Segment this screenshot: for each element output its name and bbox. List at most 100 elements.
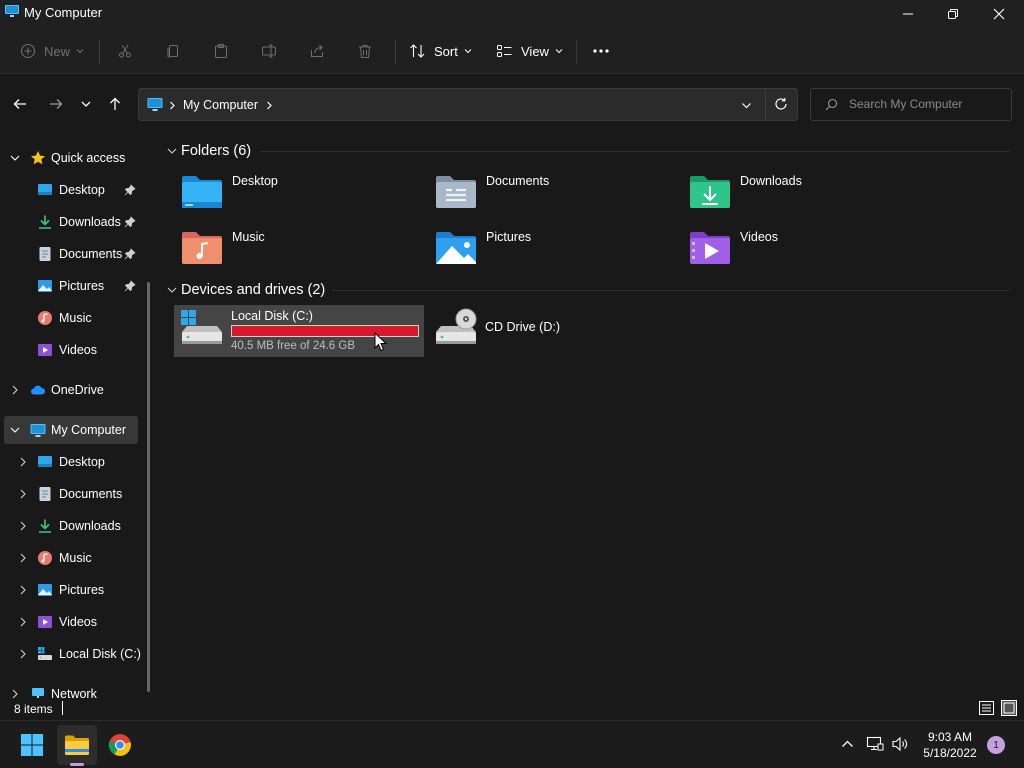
- sidebar-item-label: My Computer: [51, 423, 127, 437]
- chevron-right-icon[interactable]: [17, 552, 29, 564]
- minimize-button[interactable]: [885, 0, 931, 28]
- sidebar-item-my-computer[interactable]: My Computer: [4, 416, 138, 444]
- title-bar: My Computer: [0, 0, 1024, 28]
- sidebar-item-quick-music[interactable]: Music: [0, 304, 150, 332]
- music-icon: [38, 551, 52, 565]
- taskbar-chrome[interactable]: [100, 725, 140, 765]
- status-divider: [62, 701, 63, 715]
- arrow-left-icon: [13, 99, 26, 109]
- rename-button[interactable]: [261, 38, 277, 64]
- recent-locations-button[interactable]: [74, 92, 98, 116]
- folder-tile-videos[interactable]: Videos: [682, 222, 932, 274]
- folder-label: Music: [232, 230, 265, 244]
- trash-icon: [359, 45, 371, 58]
- chevron-down-icon[interactable]: [741, 101, 752, 110]
- chevron-right-icon[interactable]: [17, 584, 29, 596]
- folder-tile-documents[interactable]: Documents: [428, 166, 678, 218]
- add-icon: [20, 43, 36, 59]
- disk-usage-fill: [232, 326, 418, 336]
- sidebar-item-quick-videos[interactable]: Videos: [0, 336, 150, 364]
- folder-tile-downloads[interactable]: Downloads: [682, 166, 932, 218]
- close-button[interactable]: [976, 0, 1022, 28]
- sidebar-scrollbar[interactable]: [147, 282, 150, 692]
- paste-button[interactable]: [213, 38, 229, 64]
- paste-icon: [215, 44, 227, 58]
- more-options-button[interactable]: [592, 38, 610, 64]
- drive-tile-cd-drive-d[interactable]: CD Drive (D:): [428, 305, 678, 357]
- toolbar-divider: [395, 40, 396, 64]
- chevron-down-icon[interactable]: [9, 424, 21, 436]
- delete-button[interactable]: [357, 38, 373, 64]
- chevron-right-icon[interactable]: [17, 456, 29, 468]
- sidebar-item-quick-pictures[interactable]: Pictures: [0, 272, 150, 300]
- sidebar-item-quick-documents[interactable]: Documents: [0, 240, 150, 268]
- folder-tile-music[interactable]: Music: [174, 222, 424, 274]
- copy-button[interactable]: [165, 38, 181, 64]
- clock[interactable]: 9:03 AM 5/18/2022: [914, 729, 986, 761]
- cut-button[interactable]: [117, 38, 133, 64]
- address-divider: [765, 89, 766, 120]
- system-drive-icon: [181, 310, 222, 344]
- restore-button[interactable]: [930, 0, 976, 28]
- address-bar[interactable]: My Computer: [138, 88, 798, 121]
- computer-icon: [30, 424, 46, 437]
- chevron-up-icon[interactable]: [841, 739, 854, 749]
- breadcrumb-my-computer[interactable]: My Computer: [183, 98, 258, 112]
- folder-tile-desktop[interactable]: Desktop: [174, 166, 424, 218]
- chevron-right-icon[interactable]: [17, 520, 29, 532]
- chevron-right-icon[interactable]: [17, 616, 29, 628]
- forward-button[interactable]: [44, 92, 68, 116]
- share-button[interactable]: [309, 38, 325, 64]
- videos-folder-icon: [690, 232, 730, 264]
- taskbar-file-explorer[interactable]: [57, 725, 97, 765]
- start-button[interactable]: [12, 725, 52, 765]
- folder-tile-pictures[interactable]: Pictures: [428, 222, 678, 274]
- network-status-icon[interactable]: [866, 736, 884, 752]
- details-view-icon[interactable]: [979, 701, 994, 715]
- folder-label: Desktop: [232, 174, 278, 188]
- chevron-right-icon[interactable]: [9, 384, 21, 396]
- sidebar-item-pc-pictures[interactable]: Pictures: [0, 576, 150, 604]
- refresh-icon[interactable]: [774, 97, 788, 111]
- sidebar-item-pc-documents[interactable]: Documents: [0, 480, 150, 508]
- sidebar-item-quick-downloads[interactable]: Downloads: [0, 208, 150, 236]
- more-icon: [593, 49, 609, 53]
- mouse-cursor-icon: [374, 332, 388, 352]
- sidebar-item-pc-music[interactable]: Music: [0, 544, 150, 572]
- chevron-down-icon: [167, 287, 177, 293]
- volume-icon[interactable]: [891, 736, 909, 752]
- chevron-down-icon[interactable]: [9, 152, 21, 164]
- sidebar-item-quick-access[interactable]: Quick access: [0, 144, 150, 172]
- search-input[interactable]: [849, 97, 1004, 111]
- sidebar-item-pc-desktop[interactable]: Desktop: [0, 448, 150, 476]
- drives-group-header[interactable]: Devices and drives (2): [166, 280, 325, 300]
- search-box[interactable]: [810, 88, 1012, 121]
- notification-badge[interactable]: 1: [987, 736, 1005, 754]
- up-button[interactable]: [103, 92, 127, 116]
- chrome-icon: [108, 734, 131, 756]
- tiles-view-icon[interactable]: [1001, 700, 1017, 716]
- chevron-right-icon[interactable]: [9, 688, 21, 698]
- documents-folder-icon: [436, 176, 476, 208]
- folders-group-header[interactable]: Folders (6): [166, 141, 251, 161]
- chevron-right-icon[interactable]: [17, 648, 29, 660]
- view-list-icon: [497, 45, 512, 57]
- sidebar-item-quick-desktop[interactable]: Desktop: [0, 176, 150, 204]
- sidebar-item-pc-local-disk[interactable]: Local Disk (C:): [0, 640, 150, 668]
- folder-label: Videos: [740, 230, 778, 244]
- folder-label: Downloads: [740, 174, 802, 188]
- new-button[interactable]: New: [20, 38, 84, 64]
- pictures-folder-icon: [436, 232, 476, 264]
- sidebar-item-onedrive[interactable]: OneDrive: [0, 376, 150, 404]
- chevron-right-icon[interactable]: [17, 488, 29, 500]
- sidebar-item-network[interactable]: Network: [0, 680, 150, 698]
- view-button[interactable]: View: [496, 38, 563, 64]
- chevron-down-icon: [81, 101, 91, 107]
- computer-icon: [147, 98, 163, 111]
- restore-icon: [948, 9, 958, 19]
- sidebar-item-pc-videos[interactable]: Videos: [0, 608, 150, 636]
- file-explorer-icon: [65, 735, 89, 755]
- sidebar-item-pc-downloads[interactable]: Downloads: [0, 512, 150, 540]
- sort-button[interactable]: Sort: [409, 38, 472, 64]
- back-button[interactable]: [8, 92, 32, 116]
